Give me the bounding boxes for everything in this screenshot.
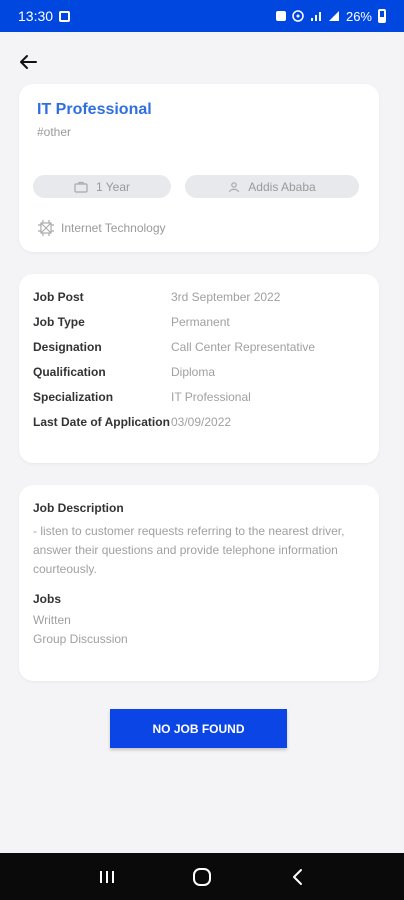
home-icon [192,867,211,886]
job-details-card: Job Post 3rd September 2022 Job Type Per… [19,274,379,463]
detail-value: 3rd September 2022 [171,290,281,304]
detail-label: Qualification [33,365,106,379]
lock-icon [275,11,286,21]
job-description-card: Job Description - listen to customer req… [19,485,379,681]
back-nav-button[interactable] [277,857,317,897]
detail-value: Call Center Representative [171,340,316,354]
industry-row: Internet Technology [37,219,166,237]
home-button[interactable] [182,857,222,897]
status-bar: 13:30 26% [0,0,404,32]
hotspot-icon [292,10,304,22]
detail-row-job-type: Job Type Permanent [33,315,315,340]
chevron-left-icon [292,868,302,885]
experience-label: 1 Year [95,179,131,194]
jobs-heading: Jobs [33,592,62,606]
details-list: Job Post 3rd September 2022 Job Type Per… [33,290,315,447]
detail-label: Designation [33,340,102,354]
detail-value: IT Professional [171,390,251,404]
location-pill: Addis Ababa [185,175,359,198]
detail-row-specialization: Specialization IT Professional [33,390,315,415]
recent-apps-button[interactable] [87,857,127,897]
battery-percent: 26% [345,8,372,24]
job-title: IT Professional [37,101,152,118]
jobs-list-item: Group Discussion [33,632,128,646]
jobs-list-item: Written [33,613,71,627]
no-job-found-button[interactable]: NO JOB FOUND [110,709,287,748]
detail-row-job-post: Job Post 3rd September 2022 [33,290,315,315]
detail-label: Specialization [33,390,114,404]
detail-label: Last Date of Application [33,415,170,429]
detail-value: Permanent [171,315,230,329]
system-nav-bar [0,853,404,900]
detail-value: Diploma [171,365,216,379]
battery-icon [378,9,386,23]
job-summary-card: IT Professional #other 1 Year Addis Abab… [19,84,379,252]
experience-pill: 1 Year [33,175,171,198]
arrow-left-icon [20,55,37,69]
description-text: - listen to customer requests referring … [33,524,345,576]
detail-value: 03/09/2022 [171,415,232,429]
people-icon [229,181,240,192]
detail-label: Job Post [33,290,84,304]
detail-row-last-date: Last Date of Application 03/09/2022 [33,415,315,447]
briefcase-icon [74,181,88,193]
status-time: 13:30 [18,8,54,24]
back-button[interactable] [14,48,42,76]
industry-label: Internet Technology [61,221,166,235]
gallery-notification-icon [59,10,71,22]
location-label: Addis Ababa [248,179,316,194]
recent-apps-icon [100,870,115,883]
detail-row-qualification: Qualification Diploma [33,365,315,390]
job-tag: #other [37,125,72,139]
detail-row-designation: Designation Call Center Representative [33,340,315,365]
signal-strength-icon [328,10,340,22]
description-heading: Job Description [33,501,124,515]
signal-icon [310,10,322,22]
detail-label: Job Type [33,315,85,329]
chip-icon [38,220,54,236]
